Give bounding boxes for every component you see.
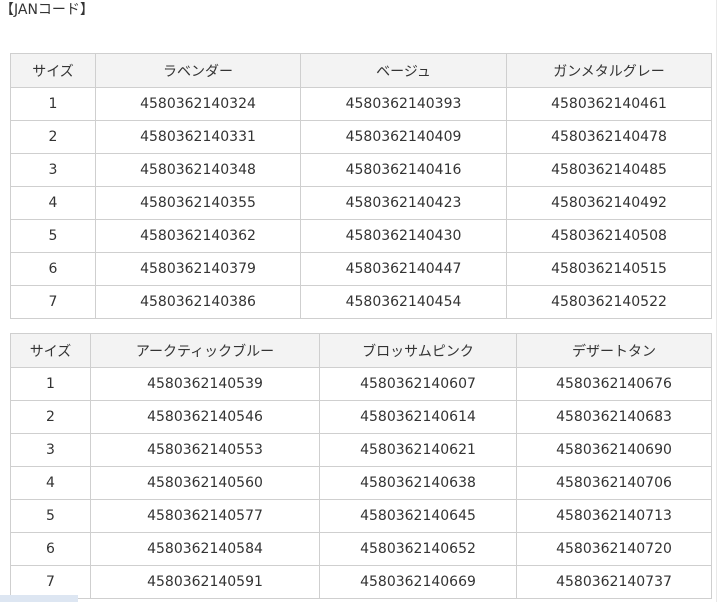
size-cell: 5 bbox=[10, 219, 96, 253]
jan-code-cell: 4580362140423 bbox=[300, 186, 507, 220]
jan-code-cell: 4580362140386 bbox=[95, 285, 301, 319]
table-row: 4 4580362140355 4580362140423 4580362140492 bbox=[10, 186, 712, 220]
column-header-blossom-pink: ブロッサムピンク bbox=[319, 333, 517, 368]
table-row: 1 4580362140539 4580362140607 4580362140676 bbox=[10, 367, 712, 401]
table-row: 6 4580362140584 4580362140652 4580362140720 bbox=[10, 532, 712, 566]
jan-code-cell: 4580362140409 bbox=[300, 120, 507, 154]
jan-code-cell: 4580362140560 bbox=[90, 466, 320, 500]
jan-code-cell: 4580362140638 bbox=[319, 466, 517, 500]
jan-code-cell: 4580362140447 bbox=[300, 252, 507, 286]
table-row: 1 4580362140324 4580362140393 4580362140461 bbox=[10, 87, 712, 121]
table-row: 7 4580362140386 4580362140454 4580362140522 bbox=[10, 285, 712, 319]
jan-code-cell: 4580362140607 bbox=[319, 367, 517, 401]
jan-code-heading: 【JANコード】 bbox=[0, 2, 94, 18]
size-cell: 4 bbox=[10, 186, 96, 220]
table-row: 4 4580362140560 4580362140638 4580362140706 bbox=[10, 466, 712, 500]
size-cell: 6 bbox=[10, 532, 91, 566]
size-cell: 5 bbox=[10, 499, 91, 533]
jan-code-cell: 4580362140690 bbox=[516, 433, 712, 467]
right-edge-divider bbox=[716, 0, 717, 602]
jan-code-cell: 4580362140652 bbox=[319, 532, 517, 566]
jan-code-cell: 4580362140430 bbox=[300, 219, 507, 253]
jan-code-cell: 4580362140591 bbox=[90, 565, 320, 599]
column-header-lavender: ラベンダー bbox=[95, 53, 301, 88]
table-row: 2 4580362140546 4580362140614 4580362140683 bbox=[10, 400, 712, 434]
column-header-beige: ベージュ bbox=[300, 53, 507, 88]
jan-code-cell: 4580362140645 bbox=[319, 499, 517, 533]
table-header-row: サイズ ラベンダー ベージュ ガンメタルグレー bbox=[10, 53, 712, 88]
jan-code-cell: 4580362140713 bbox=[516, 499, 712, 533]
jan-code-cell: 4580362140621 bbox=[319, 433, 517, 467]
jan-code-cell: 4580362140669 bbox=[319, 565, 517, 599]
bottom-edge-strip bbox=[0, 595, 78, 602]
column-header-desert-tan: デザートタン bbox=[516, 333, 712, 368]
column-header-arctic-blue: アークティックブルー bbox=[90, 333, 320, 368]
column-header-gunmetal-gray: ガンメタルグレー bbox=[506, 53, 712, 88]
table-row: 6 4580362140379 4580362140447 4580362140515 bbox=[10, 252, 712, 286]
jan-code-cell: 4580362140492 bbox=[506, 186, 712, 220]
jan-code-cell: 4580362140331 bbox=[95, 120, 301, 154]
jan-code-cell: 4580362140546 bbox=[90, 400, 320, 434]
size-cell: 1 bbox=[10, 367, 91, 401]
jan-code-cell: 4580362140720 bbox=[516, 532, 712, 566]
jan-code-cell: 4580362140485 bbox=[506, 153, 712, 187]
table-header-row: サイズ アークティックブルー ブロッサムピンク デザートタン bbox=[10, 333, 712, 368]
jan-code-cell: 4580362140584 bbox=[90, 532, 320, 566]
jan-code-cell: 4580362140379 bbox=[95, 252, 301, 286]
size-cell: 2 bbox=[10, 400, 91, 434]
jan-code-cell: 4580362140393 bbox=[300, 87, 507, 121]
jan-code-cell: 4580362140362 bbox=[95, 219, 301, 253]
jan-code-cell: 4580362140416 bbox=[300, 153, 507, 187]
table-row: 2 4580362140331 4580362140409 4580362140478 bbox=[10, 120, 712, 154]
jan-code-cell: 4580362140683 bbox=[516, 400, 712, 434]
jan-code-cell: 4580362140676 bbox=[516, 367, 712, 401]
table-row: 3 4580362140348 4580362140416 4580362140485 bbox=[10, 153, 712, 187]
jan-code-cell: 4580362140577 bbox=[90, 499, 320, 533]
jan-code-cell: 4580362140508 bbox=[506, 219, 712, 253]
jan-code-cell: 4580362140515 bbox=[506, 252, 712, 286]
size-cell: 3 bbox=[10, 433, 91, 467]
jan-code-cell: 4580362140539 bbox=[90, 367, 320, 401]
table-row: 5 4580362140362 4580362140430 4580362140508 bbox=[10, 219, 712, 253]
size-cell: 2 bbox=[10, 120, 96, 154]
table-row: 7 4580362140591 4580362140669 4580362140737 bbox=[10, 565, 712, 599]
table-body: 1 4580362140324 4580362140393 4580362140461… bbox=[10, 87, 712, 319]
jan-code-cell: 4580362140324 bbox=[95, 87, 301, 121]
column-header-size: サイズ bbox=[10, 53, 96, 88]
jan-code-cell: 4580362140553 bbox=[90, 433, 320, 467]
size-cell: 7 bbox=[10, 285, 96, 319]
jan-code-cell: 4580362140706 bbox=[516, 466, 712, 500]
jan-code-cell: 4580362140355 bbox=[95, 186, 301, 220]
table-row: 3 4580362140553 4580362140621 4580362140690 bbox=[10, 433, 712, 467]
jan-table-2: サイズ アークティックブルー ブロッサムピンク デザートタン 1 45803621… bbox=[10, 333, 712, 599]
jan-code-cell: 4580362140348 bbox=[95, 153, 301, 187]
table-body: 1 4580362140539 4580362140607 4580362140676… bbox=[10, 367, 712, 599]
jan-table-1: サイズ ラベンダー ベージュ ガンメタルグレー 1 4580362140324 45… bbox=[10, 53, 712, 319]
size-cell: 4 bbox=[10, 466, 91, 500]
jan-code-cell: 4580362140522 bbox=[506, 285, 712, 319]
jan-code-cell: 4580362140614 bbox=[319, 400, 517, 434]
size-cell: 1 bbox=[10, 87, 96, 121]
jan-code-cell: 4580362140454 bbox=[300, 285, 507, 319]
size-cell: 6 bbox=[10, 252, 96, 286]
jan-code-cell: 4580362140461 bbox=[506, 87, 712, 121]
column-header-size: サイズ bbox=[10, 333, 91, 368]
table-row: 5 4580362140577 4580362140645 4580362140713 bbox=[10, 499, 712, 533]
jan-code-cell: 4580362140478 bbox=[506, 120, 712, 154]
size-cell: 7 bbox=[10, 565, 91, 599]
jan-code-cell: 4580362140737 bbox=[516, 565, 712, 599]
size-cell: 3 bbox=[10, 153, 96, 187]
